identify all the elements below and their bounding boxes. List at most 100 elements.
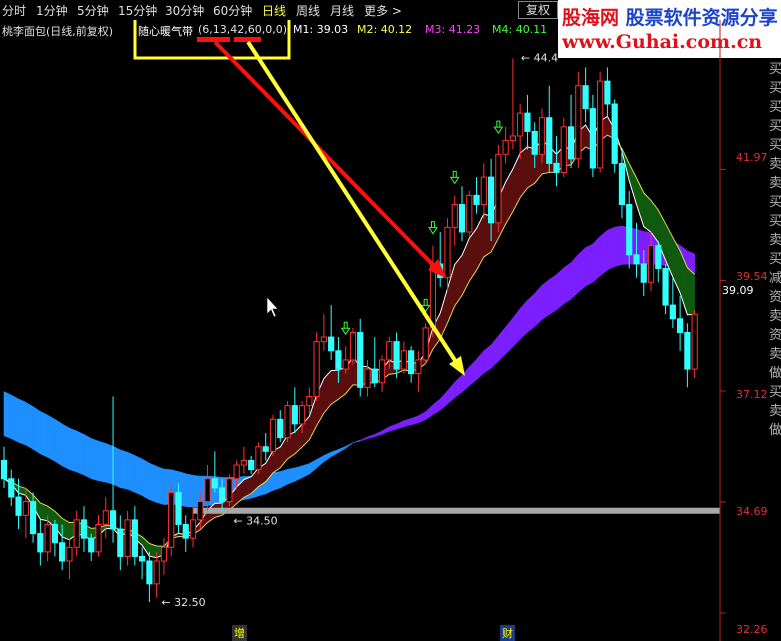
candle-body [429,263,437,329]
tab-daily[interactable]: 日线 [262,2,286,19]
band-segment [287,467,296,485]
candle-body [400,350,407,370]
band-segment [403,418,412,427]
band-segment [476,350,485,381]
candle-body [633,254,640,265]
candle-body [502,140,509,155]
band-segment [309,459,317,475]
band-segment [454,374,463,399]
candle-body [80,519,88,539]
candle-body [219,487,226,503]
candle-body [422,327,429,361]
candle-body [328,336,335,352]
arrow-red-line [213,40,442,274]
candle-body [357,332,364,388]
band-segment [294,465,303,482]
band-segment [149,462,157,503]
band-segment [432,398,441,416]
candle-body [59,542,66,562]
band-segment [141,458,150,501]
candle-body [233,464,240,480]
candle-body [349,332,357,361]
candle-body [538,117,546,155]
band-segment [3,391,12,440]
candle-body [618,162,626,206]
candle-body [175,491,182,525]
band-segment [47,414,56,462]
band-segment [556,267,565,311]
band-segment [541,279,550,321]
candle-body [517,112,524,137]
candle-body [677,318,684,333]
band-segment [512,307,521,348]
candle-body [611,103,618,164]
tab-monthly[interactable]: 月线 [330,2,354,19]
kline-chart[interactable]: ← 44.4 ← 34.50 ← 32.50 [0,20,781,641]
candle-body [320,336,327,343]
tab-weekly[interactable]: 周线 [296,2,320,19]
price-label: ← 32.50 [161,596,205,609]
price-label: ← 44.4 [521,51,558,64]
candle-body [248,459,255,471]
candle-body [153,560,160,585]
candle-body [284,405,291,439]
band-segment [323,451,332,463]
candle-body [589,108,596,169]
band-segment [76,430,85,476]
band-segment [483,344,492,374]
band-segment [410,415,419,426]
band-segment [578,247,586,293]
candle-body [51,523,58,544]
candle-body [0,459,8,480]
band-segment [98,440,107,483]
tab-1min[interactable]: 1分钟 [36,2,68,19]
band-segment [607,226,615,271]
band-segment [563,262,572,305]
band-segment [120,449,128,490]
candle-body [415,359,422,375]
candles [0,58,698,603]
candle-body [139,555,146,562]
candle-body [124,519,131,557]
candle-body [487,176,495,224]
candle-body [604,80,611,105]
band-segment [425,404,434,421]
band-segment [345,442,354,449]
candle-body [313,341,320,397]
candle-body [393,341,400,370]
band-segment [156,465,165,505]
band-segment [498,326,506,362]
candle-body [560,126,567,174]
tab-more[interactable]: 更多 > [364,2,402,19]
band-segment [272,471,281,491]
candle-body [640,263,647,283]
buy-arrow-icon [449,170,460,185]
tab-15min[interactable]: 15分钟 [118,2,157,19]
candle-body [197,501,204,521]
candle-body [291,405,298,425]
candle-body [262,446,269,452]
fuquan-button[interactable]: 复权 [518,1,558,19]
band-segment [548,274,557,316]
candle-body [168,491,175,548]
candle-body [269,418,277,452]
tab-30min[interactable]: 30分钟 [165,2,204,19]
support-bar [193,507,720,514]
candle-body [473,194,480,206]
candle-body [480,176,487,206]
band-segment [338,446,346,454]
candle-body [335,350,342,370]
band-segment [90,437,99,482]
band-segment [418,411,426,424]
candle-body [298,405,306,425]
band-segment [687,267,695,315]
tab-fenshi[interactable]: 分时 [2,2,26,19]
tab-60min[interactable]: 60分钟 [213,2,252,19]
tab-5min[interactable]: 5分钟 [77,2,109,19]
band-segment [505,317,514,355]
band-segment [527,292,536,333]
candle-body [277,418,284,439]
buy-arrow-icon [493,120,504,135]
band-segment [374,430,383,438]
candle-body [691,313,698,370]
